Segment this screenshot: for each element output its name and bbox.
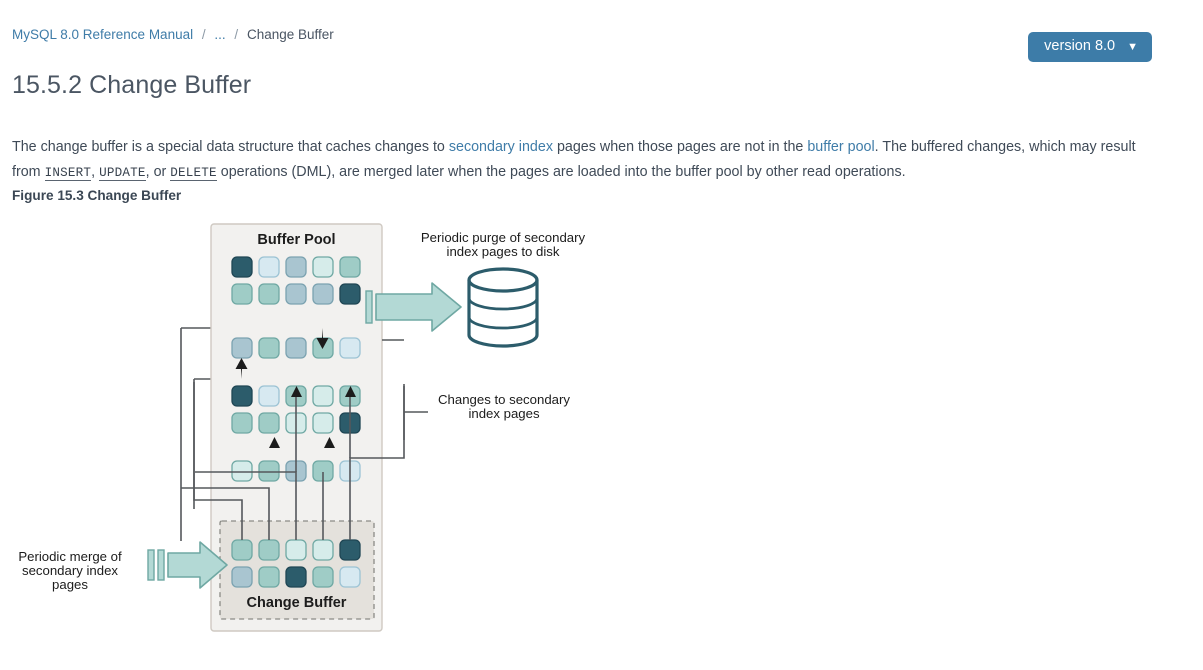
buffer-pool-page-r2c3 xyxy=(285,283,307,305)
merge-label-line1: Periodic merge of xyxy=(18,549,122,564)
changes-label-line2: index pages xyxy=(468,406,540,421)
buffer-pool-page-r3c1 xyxy=(231,337,253,359)
buffer-pool-page-r6c1 xyxy=(231,460,253,482)
change-buffer-page-r1c4 xyxy=(312,539,334,561)
database-cylinder-icon xyxy=(467,267,539,348)
change-buffer-page-r2c5 xyxy=(339,566,361,588)
link-secondary-index[interactable]: secondary index xyxy=(449,139,553,155)
buffer-pool-page-r6c2 xyxy=(258,460,280,482)
breadcrumb-item-root[interactable]: MySQL 8.0 Reference Manual xyxy=(12,27,193,42)
buffer-pool-page-r2c5 xyxy=(339,283,361,305)
code-insert: INSERT xyxy=(44,166,92,182)
version-selector-button[interactable]: version 8.0 ▼ xyxy=(1028,32,1152,62)
buffer-pool-page-r4c2 xyxy=(258,385,280,407)
buffer-pool-page-r5c4 xyxy=(312,412,334,434)
buffer-pool-page-r3c5 xyxy=(339,337,361,359)
change-buffer-page-r1c5 xyxy=(339,539,361,561)
breadcrumb-separator: / xyxy=(234,27,239,42)
buffer-pool-title: Buffer Pool xyxy=(257,232,335,248)
link-buffer-pool[interactable]: buffer pool xyxy=(807,139,874,155)
code-update: UPDATE xyxy=(99,166,146,182)
intro-text-4: , xyxy=(91,164,100,181)
intro-text-6: operations (DML), are merged later when … xyxy=(216,164,906,181)
change-buffer-page-r2c1 xyxy=(231,566,253,588)
change-buffer-page-r1c2 xyxy=(258,539,280,561)
breadcrumb: MySQL 8.0 Reference Manual / ... / Chang… xyxy=(12,27,334,42)
intro-text-5: , or xyxy=(145,164,171,181)
buffer-pool-page-r3c2 xyxy=(258,337,280,359)
change-buffer-figure: Buffer Pool Change Buffer Periodic purge… xyxy=(0,210,1203,650)
chevron-down-icon: ▼ xyxy=(1127,40,1138,53)
buffer-pool-page-r2c2 xyxy=(258,283,280,305)
change-buffer-page-r2c4 xyxy=(312,566,334,588)
buffer-pool-page-r5c2 xyxy=(258,412,280,434)
purge-label-line2: index pages to disk xyxy=(447,244,560,259)
change-buffer-page-r1c3 xyxy=(285,539,307,561)
change-buffer-title: Change Buffer xyxy=(247,595,347,611)
merge-label-line2: secondary index xyxy=(22,563,118,578)
buffer-pool-page-r3c3 xyxy=(285,337,307,359)
buffer-pool-page-r1c2 xyxy=(258,256,280,278)
changes-label-line1: Changes to secondary xyxy=(438,392,570,407)
buffer-pool-page-r1c4 xyxy=(312,256,334,278)
intro-text-2: pages when those pages are not in the xyxy=(552,139,808,156)
breadcrumb-separator: / xyxy=(201,27,206,42)
buffer-pool-page-r2c1 xyxy=(231,283,253,305)
buffer-pool-page-r2c4 xyxy=(312,283,334,305)
version-selector-label: version 8.0 xyxy=(1044,38,1116,54)
breadcrumb-item-ellipsis[interactable]: ... xyxy=(214,27,225,42)
intro-paragraph: The change buffer is a special data stru… xyxy=(12,135,1157,186)
buffer-pool-page-r1c3 xyxy=(285,256,307,278)
change-buffer-page-r2c3 xyxy=(285,566,307,588)
purge-label-line1: Periodic purge of secondary xyxy=(421,230,586,245)
code-delete: DELETE xyxy=(170,166,217,182)
change-buffer-page-r2c2 xyxy=(258,566,280,588)
merge-label-line3: pages xyxy=(52,577,88,592)
page-title: 15.5.2 Change Buffer xyxy=(12,71,252,99)
buffer-pool-page-r5c1 xyxy=(231,412,253,434)
breadcrumb-item-current: Change Buffer xyxy=(246,27,334,42)
change-buffer-page-r1c1 xyxy=(231,539,253,561)
buffer-pool-page-r4c4 xyxy=(312,385,334,407)
figure-caption: Figure 15.3 Change Buffer xyxy=(12,188,182,203)
buffer-pool-page-r1c1 xyxy=(231,256,253,278)
intro-text-1: The change buffer is a special data stru… xyxy=(12,139,449,156)
buffer-pool-page-r4c1 xyxy=(231,385,253,407)
buffer-pool-page-r1c5 xyxy=(339,256,361,278)
